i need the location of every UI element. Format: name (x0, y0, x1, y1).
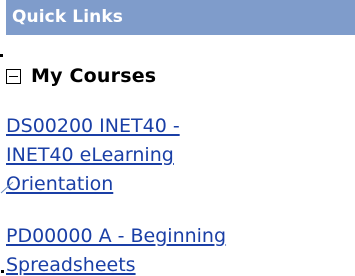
my-courses-section-header[interactable]: My Courses (6, 65, 156, 87)
edge-marker (1, 270, 4, 273)
course-link-line[interactable]: PD00000 A - Beginning (6, 225, 226, 247)
connector-line (0, 181, 14, 194)
course-link-line[interactable]: Orientation (6, 173, 113, 195)
course-link-pd00000[interactable]: Spreadsheets (6, 251, 136, 276)
course-link-line[interactable]: INET40 eLearning (6, 144, 174, 166)
edge-marker (0, 54, 3, 57)
section-title: My Courses (31, 65, 157, 87)
panel-header-title: Quick Links (12, 7, 123, 27)
course-link-line[interactable]: DS00200 INET40 - (6, 115, 180, 137)
course-link-line[interactable]: Spreadsheets (6, 254, 136, 276)
quick-links-panel: Quick Links My Courses DS00200 INET40 - … (0, 0, 355, 276)
collapse-toggle-icon[interactable] (6, 69, 21, 84)
course-link-ds00200[interactable]: Orientation (6, 170, 113, 199)
panel-header: Quick Links (6, 0, 355, 35)
course-link-pd00000[interactable]: PD00000 A - Beginning (6, 222, 226, 251)
course-link-ds00200[interactable]: DS00200 INET40 - (6, 112, 180, 141)
course-link-ds00200[interactable]: INET40 eLearning (6, 141, 174, 170)
